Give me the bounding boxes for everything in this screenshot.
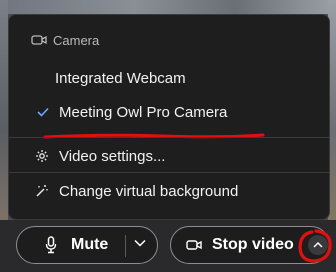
video-backdrop-left (0, 0, 8, 220)
menu-item-change-virtual-background[interactable]: Change virtual background (9, 174, 329, 208)
mute-options-chevron-icon[interactable] (134, 238, 146, 248)
red-circle-annotation (298, 229, 332, 263)
menu-item-label: Meeting Owl Pro Camera (59, 103, 228, 121)
menu-item-integrated-webcam[interactable]: Integrated Webcam (9, 61, 329, 95)
camera-section-header: Camera (9, 27, 329, 53)
magic-wand-icon (33, 184, 51, 198)
menu-item-label: Video settings... (59, 147, 166, 165)
menu-divider (9, 172, 329, 173)
microphone-icon[interactable] (43, 236, 59, 254)
menu-item-meeting-owl-pro-camera[interactable]: Meeting Owl Pro Camera (9, 95, 329, 129)
camera-section-label: Camera (53, 32, 100, 48)
checkmark-icon (35, 107, 51, 117)
gear-icon (33, 149, 51, 163)
menu-divider (9, 137, 329, 138)
video-backdrop-top (0, 0, 336, 14)
mute-button-label[interactable]: Mute (71, 236, 108, 254)
video-camera-icon[interactable] (185, 239, 203, 251)
camera-menu: Camera Integrated Webcam Meeting Owl Pro… (8, 14, 330, 220)
menu-item-video-settings[interactable]: Video settings... (9, 139, 329, 173)
menu-item-label: Integrated Webcam (55, 69, 186, 87)
control-separator (125, 235, 126, 257)
stop-video-button-label[interactable]: Stop video (212, 236, 294, 254)
mute-control: Mute (16, 226, 158, 264)
menu-item-label: Change virtual background (59, 182, 239, 200)
camera-icon (29, 34, 49, 46)
